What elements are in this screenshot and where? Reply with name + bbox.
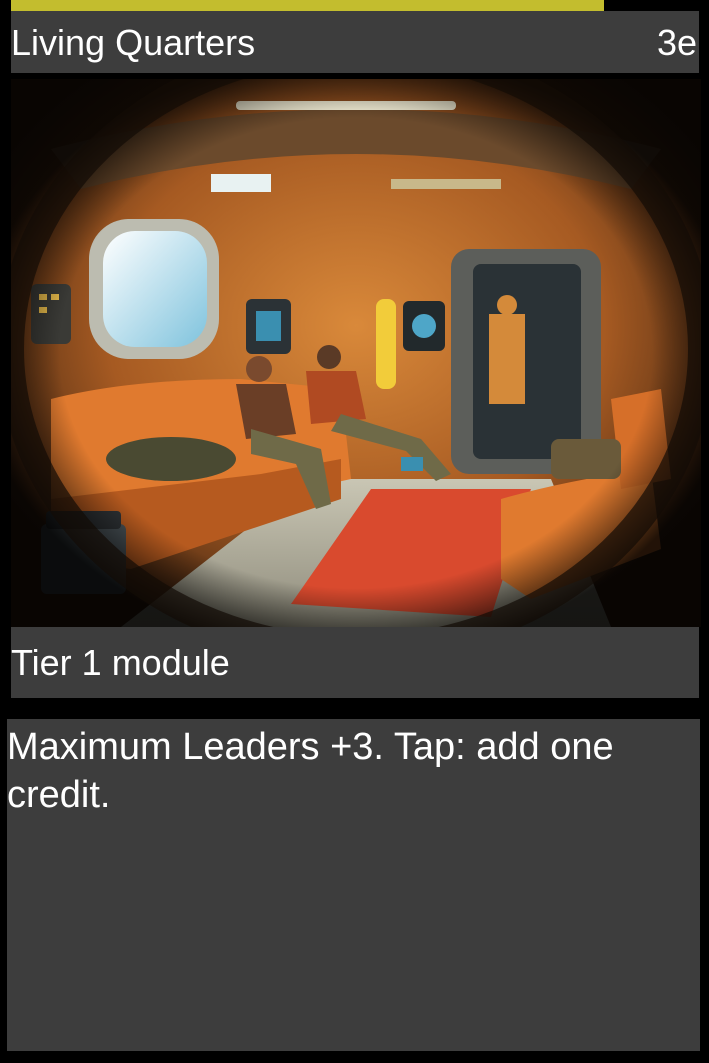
card-art-illustration xyxy=(11,79,701,627)
card-rules-text: Maximum Leaders +3. Tap: add one credit. xyxy=(7,726,614,816)
card-cost: 3e xyxy=(656,22,697,63)
card-text-box: Maximum Leaders +3. Tap: add one credit. xyxy=(7,719,700,1051)
card-title-band: Living Quarters 3e xyxy=(11,11,699,73)
card-art xyxy=(11,79,701,627)
card-accent-bar xyxy=(11,0,604,11)
card[interactable]: Living Quarters 3e Tier 1 module Maximum… xyxy=(0,0,709,1063)
card-title: Living Quarters xyxy=(11,22,256,63)
card-type-band: Tier 1 module xyxy=(11,627,699,698)
card-type-line: Tier 1 module xyxy=(11,642,230,683)
